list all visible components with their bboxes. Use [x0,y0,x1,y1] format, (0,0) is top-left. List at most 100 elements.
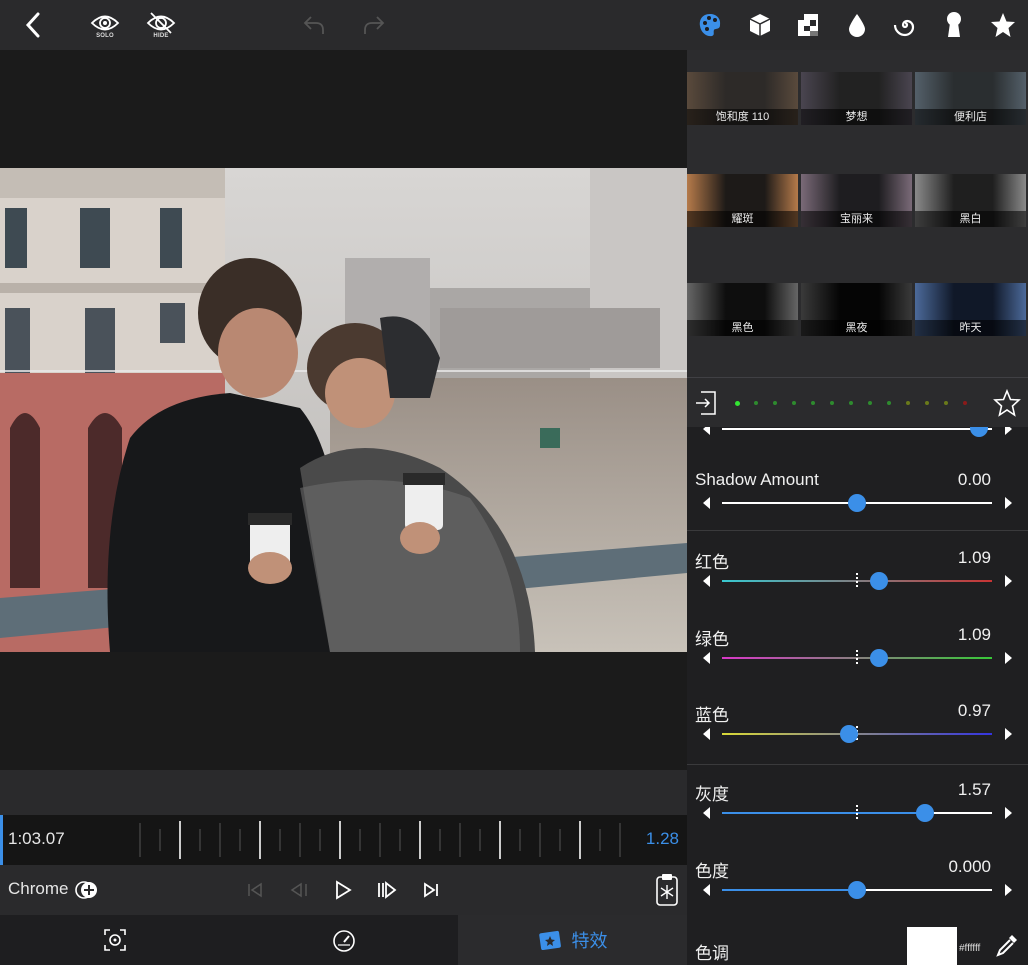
add-filter-button[interactable] [74,877,100,903]
video-frame[interactable] [0,168,687,652]
hide-label: HIDE [153,32,169,39]
slider-increment-arrow[interactable] [1005,728,1012,740]
solo-button[interactable]: SOLO [86,0,124,50]
slider-increment-arrow[interactable] [1005,807,1012,819]
clip-settings-button[interactable] [654,873,680,907]
skip-start-button[interactable] [242,877,268,903]
favorite-star-icon[interactable] [993,389,1021,417]
filter-dot[interactable] [754,401,758,405]
skip-end-button[interactable] [418,877,444,903]
palette-icon [699,14,721,37]
slider-decrement-arrow[interactable] [703,884,710,896]
tab-distort[interactable] [888,6,922,44]
slider-thumb[interactable] [848,494,866,512]
filter-thumbnail[interactable]: 饱和度 110 [687,72,798,125]
tint-label: 色调 [695,944,729,963]
partial-slider-thumb[interactable] [970,427,988,437]
filter-label: 黑白 [915,211,1026,227]
tab-transform[interactable] [0,915,229,965]
filter-dot[interactable] [849,401,853,405]
effects-panel: 饱和度 110 梦想 便利店 耀斑 宝丽来 黑白 黑色 黑夜 昨天 Shadow Amount 0… [687,50,1028,965]
separator [687,530,1028,531]
slider-decrement-arrow[interactable] [703,497,710,509]
tab-favorites[interactable] [986,6,1020,44]
filter-dot[interactable] [906,401,910,405]
filter-thumbnail[interactable]: 黑白 [915,174,1026,227]
tint-hex: #ffffff [959,943,981,954]
filter-thumbnail[interactable]: 耀斑 [687,174,798,227]
top-toolbar: SOLO HIDE [0,0,1028,50]
slider-default-tick [856,805,858,821]
filter-dot[interactable] [792,401,796,405]
preview-area [0,50,687,770]
clipboard-snowflake-icon [656,874,678,906]
tab-speed[interactable] [229,915,458,965]
slider-thumb[interactable] [839,725,858,743]
filter-thumbnail[interactable]: 梦想 [801,72,912,125]
step-back-button[interactable] [286,877,312,903]
slider-thumb[interactable] [848,881,866,899]
slider-increment-arrow[interactable] [1005,497,1012,509]
filter-dot[interactable] [811,401,815,405]
filter-dot[interactable] [830,401,834,405]
slider-thumb[interactable] [869,572,888,590]
slider-decrement-arrow[interactable] [703,728,710,740]
slider-increment-arrow[interactable] [1005,575,1012,587]
cube-icon [749,14,771,36]
filter-thumbnail[interactable]: 黑色 [687,283,798,336]
step-forward-button[interactable] [374,877,400,903]
filter-thumbnail[interactable]: 便利店 [915,72,1026,125]
filter-dot[interactable] [735,401,740,406]
drop-icon [849,14,865,37]
tab-color[interactable] [693,6,727,44]
slider-thumb[interactable] [869,649,888,667]
add-layer-icon [75,881,97,899]
filter-dot[interactable] [925,401,929,405]
timeline-ruler [139,821,621,859]
filter-dot[interactable] [963,401,967,405]
timeline[interactable]: 1:03.07 1.28 [0,815,687,865]
filter-dot[interactable] [868,401,872,405]
play-button[interactable] [330,877,356,903]
slider-decrement-arrow[interactable] [703,652,710,664]
tab-mask[interactable] [937,6,971,44]
tab-blur[interactable] [840,6,874,44]
slider-increment-arrow[interactable] [1005,884,1012,896]
play-icon [336,880,352,900]
filter-strip[interactable] [687,377,1028,427]
bottom-nav: 特效 [0,915,687,965]
filter-dot[interactable] [773,401,777,405]
back-button[interactable] [18,0,48,50]
slider-decrement-arrow[interactable] [703,807,710,819]
partial-slider-track[interactable] [722,428,992,430]
tab-texture[interactable] [791,6,825,44]
import-icon[interactable] [695,390,719,416]
slider-decrement-arrow[interactable] [703,575,710,587]
filter-dot[interactable] [887,401,891,405]
filter-label: 梦想 [801,109,912,125]
timeline-track-area[interactable] [0,770,687,815]
redo-button[interactable] [360,0,388,50]
partial-slider-left-arrow[interactable] [703,427,710,435]
partial-slider-right-arrow[interactable] [1005,427,1012,435]
eye-icon [90,15,120,30]
redo-icon [364,16,385,34]
filter-thumbnail[interactable]: 黑夜 [801,283,912,336]
filter-thumbnail[interactable]: 昨天 [915,283,1026,336]
slider-thumb[interactable] [915,804,934,822]
tint-color-swatch[interactable] [907,927,957,965]
slider-increment-arrow[interactable] [1005,652,1012,664]
slider-label: 绿色 [695,630,729,649]
transform-icon [103,929,126,951]
filter-dot[interactable] [944,401,948,405]
tab-effects[interactable]: 特效 [458,915,687,965]
slider-label: 蓝色 [695,706,729,725]
filter-thumbnail[interactable]: 宝丽来 [801,174,912,227]
hide-button[interactable]: HIDE [142,0,180,50]
undo-button[interactable] [300,0,328,50]
eyedropper-icon[interactable] [994,932,1020,958]
tab-3d[interactable] [743,6,777,44]
filter-label: 黑夜 [801,320,912,336]
slider-label: Shadow Amount [695,470,819,489]
speedometer-icon [332,930,355,952]
